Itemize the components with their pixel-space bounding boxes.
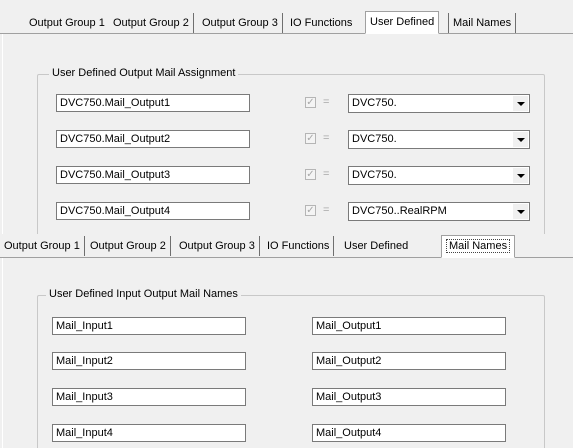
equals-sign: = <box>323 204 330 216</box>
user-defined-panel: Output Group 1 Output Group 2 Output Gro… <box>0 0 573 234</box>
equals-sign: = <box>323 168 330 180</box>
dropdown-value: DVC750. <box>352 97 397 109</box>
assign-checkbox-1[interactable]: ✓ <box>305 97 316 108</box>
tab-mail-names[interactable]: Mail Names <box>448 13 517 33</box>
chevron-down-icon[interactable] <box>513 132 528 147</box>
tab-output-group-2[interactable]: Output Group 2 <box>109 13 194 33</box>
tab-io-functions[interactable]: IO Functions <box>286 13 357 33</box>
tab-user-defined[interactable]: User Defined <box>340 236 413 256</box>
tab-output-group-3[interactable]: Output Group 3 <box>198 13 283 33</box>
mail-input-field-1[interactable]: Mail_Input1 <box>52 317 246 335</box>
chevron-down-icon[interactable] <box>513 96 528 111</box>
tab-mail-names[interactable]: Mail Names <box>441 235 516 258</box>
group-title: User Defined Output Mail Assignment <box>49 67 239 79</box>
dropdown-value: DVC750..RealRPM <box>352 205 447 217</box>
mail-output-field-1[interactable]: DVC750.Mail_Output1 <box>56 94 250 112</box>
mail-output-name-field-1[interactable]: Mail_Output1 <box>312 317 506 335</box>
tab-output-group-1[interactable]: Output Group 1 <box>0 236 85 256</box>
assignment-dropdown-4[interactable]: DVC750..RealRPM <box>348 202 530 221</box>
assignment-dropdown-3[interactable]: DVC750. <box>348 166 530 185</box>
assign-checkbox-3[interactable]: ✓ <box>305 169 316 180</box>
tab-output-group-1[interactable]: Output Group 1 <box>25 13 110 33</box>
dropdown-value: DVC750. <box>352 169 397 181</box>
mail-input-field-3[interactable]: Mail_Input3 <box>52 388 246 406</box>
mail-input-field-4[interactable]: Mail_Input4 <box>52 424 246 442</box>
chevron-down-icon[interactable] <box>513 168 528 183</box>
tab-strip: Output Group 1 Output Group 2 Output Gro… <box>0 234 573 258</box>
mail-input-field-2[interactable]: Mail_Input2 <box>52 352 246 370</box>
tab-output-group-2[interactable]: Output Group 2 <box>86 236 171 256</box>
assign-checkbox-2[interactable]: ✓ <box>305 133 316 144</box>
mail-output-field-4[interactable]: DVC750.Mail_Output4 <box>56 202 250 220</box>
mail-output-name-field-2[interactable]: Mail_Output2 <box>312 352 506 370</box>
tab-output-group-3[interactable]: Output Group 3 <box>175 236 260 256</box>
chevron-down-icon[interactable] <box>513 204 528 219</box>
dropdown-value: DVC750. <box>352 133 397 145</box>
mail-output-field-2[interactable]: DVC750.Mail_Output2 <box>56 130 250 148</box>
mail-output-field-3[interactable]: DVC750.Mail_Output3 <box>56 166 250 184</box>
equals-sign: = <box>323 96 330 108</box>
tab-label: Mail Names <box>446 239 511 253</box>
assignment-dropdown-2[interactable]: DVC750. <box>348 130 530 149</box>
group-title: User Defined Input Output Mail Names <box>46 288 241 300</box>
mail-output-name-field-3[interactable]: Mail_Output3 <box>312 388 506 406</box>
mail-names-panel: Output Group 1 Output Group 2 Output Gro… <box>0 234 573 448</box>
tab-io-functions[interactable]: IO Functions <box>263 236 335 256</box>
equals-sign: = <box>323 132 330 144</box>
tab-user-defined[interactable]: User Defined <box>365 11 440 34</box>
assignment-dropdown-1[interactable]: DVC750. <box>348 94 530 113</box>
tab-strip: Output Group 1 Output Group 2 Output Gro… <box>0 10 573 34</box>
assign-checkbox-4[interactable]: ✓ <box>305 205 316 216</box>
mail-output-name-field-4[interactable]: Mail_Output4 <box>312 424 506 442</box>
